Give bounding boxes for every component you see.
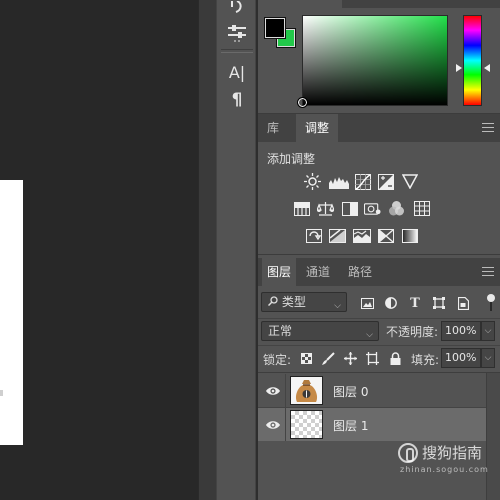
- eye-icon[interactable]: [266, 384, 280, 398]
- gradient-map-icon[interactable]: [401, 227, 418, 244]
- chevron-down-icon: ⌵: [366, 330, 373, 340]
- levels-icon[interactable]: [329, 173, 349, 190]
- curves-icon[interactable]: [354, 173, 371, 190]
- hue-slider-left-arrow-icon[interactable]: [456, 64, 462, 72]
- layers-menu-icon[interactable]: [482, 267, 494, 276]
- adjustments-tabbar: 库 调整: [258, 114, 500, 142]
- lock-image-icon[interactable]: [321, 351, 335, 365]
- color-lookup-icon[interactable]: [413, 200, 430, 217]
- hue-slider[interactable]: [463, 15, 482, 106]
- color-saturation-field[interactable]: [302, 15, 448, 106]
- canvas-scroll-gutter: [198, 0, 216, 500]
- color-balance-icon[interactable]: [317, 200, 334, 217]
- opacity-field[interactable]: 100%: [441, 321, 481, 341]
- adjustment-filter-icon[interactable]: [384, 296, 398, 310]
- layers-divider: [258, 345, 500, 346]
- layer-thumbnail-money-bag: [290, 376, 323, 405]
- sogou-logo-icon: [398, 443, 418, 463]
- layer-filter-toggle[interactable]: [486, 294, 496, 312]
- blend-mode-value: 正常: [268, 324, 293, 338]
- lock-artboard-icon[interactable]: [365, 351, 379, 365]
- paragraph-icon[interactable]: ¶: [223, 87, 251, 113]
- hue-saturation-icon[interactable]: [293, 200, 310, 217]
- smart-object-filter-icon[interactable]: [456, 296, 470, 310]
- tab-library[interactable]: 库: [258, 114, 288, 142]
- brightness-icon[interactable]: [304, 173, 321, 190]
- watermark-url: zhinan.sogou.com: [400, 465, 489, 474]
- adjustments-menu-icon[interactable]: [482, 123, 494, 132]
- opacity-dropdown-button[interactable]: ⌵: [481, 321, 495, 341]
- watermark-text: 搜狗指南: [422, 444, 483, 462]
- layer-row-1[interactable]: 图层 1: [258, 408, 486, 441]
- vibrance-icon[interactable]: [401, 173, 418, 190]
- image-filter-icon[interactable]: [360, 296, 374, 310]
- hue-slider-right-arrow-icon[interactable]: [484, 64, 490, 72]
- tool-divider: [221, 52, 253, 53]
- tool-divider: [221, 49, 253, 50]
- tab-channels[interactable]: 通道: [302, 258, 334, 286]
- layer-name: 图层 0: [333, 385, 369, 399]
- opacity-label: 不透明度:: [386, 325, 439, 339]
- threshold-icon[interactable]: [353, 227, 371, 244]
- lock-all-icon[interactable]: [388, 351, 402, 365]
- document-canvas[interactable]: [0, 180, 23, 445]
- exposure-icon[interactable]: [377, 173, 394, 190]
- lock-transparent-icon[interactable]: [299, 351, 313, 365]
- eye-icon[interactable]: [266, 418, 280, 432]
- layer-thumbnail-transparent: [290, 410, 323, 439]
- character-icon[interactable]: A|: [223, 59, 251, 85]
- layer-filter-select[interactable]: 类型 ⌵: [261, 292, 347, 312]
- posterize-icon[interactable]: [329, 227, 346, 244]
- tab-layers[interactable]: 图层: [262, 258, 296, 286]
- tab-adjustments[interactable]: 调整: [296, 114, 338, 142]
- layers-divider: [258, 372, 500, 373]
- fill-field[interactable]: 100%: [441, 348, 481, 368]
- document-canvas-area[interactable]: [0, 0, 198, 500]
- fill-dropdown-button[interactable]: ⌵: [481, 348, 495, 368]
- tab-paths[interactable]: 路径: [344, 258, 376, 286]
- adjustments-panel: 库 调整 添加调整: [258, 114, 500, 255]
- brush-settings-icon[interactable]: [223, 0, 251, 18]
- chevron-down-icon: ⌵: [334, 301, 341, 311]
- lock-label: 锁定:: [263, 353, 292, 367]
- black-white-icon[interactable]: [341, 200, 358, 217]
- sogou-watermark: 搜狗指南 zhinan.sogou.com: [398, 441, 494, 477]
- right-panel-column: 库 调整 添加调整 图层 通道 路径 类型 ⌵ T 正常 ⌵ 不透明度: 100…: [258, 0, 500, 500]
- layers-divider: [258, 318, 500, 319]
- search-icon: [267, 293, 278, 311]
- channel-mixer-icon[interactable]: [388, 200, 405, 217]
- color-picker-handle[interactable]: [297, 97, 308, 108]
- layer-name: 图层 1: [333, 419, 369, 433]
- canvas-edge-mark: [0, 390, 3, 396]
- photo-filter-icon[interactable]: [364, 200, 381, 217]
- blend-mode-select[interactable]: 正常 ⌵: [261, 321, 379, 341]
- foreground-color-swatch[interactable]: [264, 17, 286, 39]
- type-filter-icon[interactable]: T: [408, 296, 422, 311]
- layer-filter-label: 类型: [281, 295, 306, 309]
- color-panel: [258, 0, 500, 114]
- layers-tabbar: 图层 通道 路径: [258, 258, 500, 286]
- adjustments-title: 添加调整: [267, 152, 316, 166]
- layers-scrollbar[interactable]: [486, 373, 500, 500]
- fill-label: 填充:: [411, 353, 440, 367]
- invert-icon[interactable]: [305, 227, 322, 244]
- lock-position-icon[interactable]: [343, 351, 357, 365]
- selective-color-icon[interactable]: [377, 227, 394, 244]
- color-panel-tabstrip: [258, 0, 500, 8]
- layer-row-0[interactable]: 图层 0: [258, 374, 486, 407]
- shape-filter-icon[interactable]: [432, 296, 446, 310]
- properties-sliders-icon[interactable]: [223, 20, 251, 46]
- panel-icon-strip: A| ¶: [216, 0, 256, 500]
